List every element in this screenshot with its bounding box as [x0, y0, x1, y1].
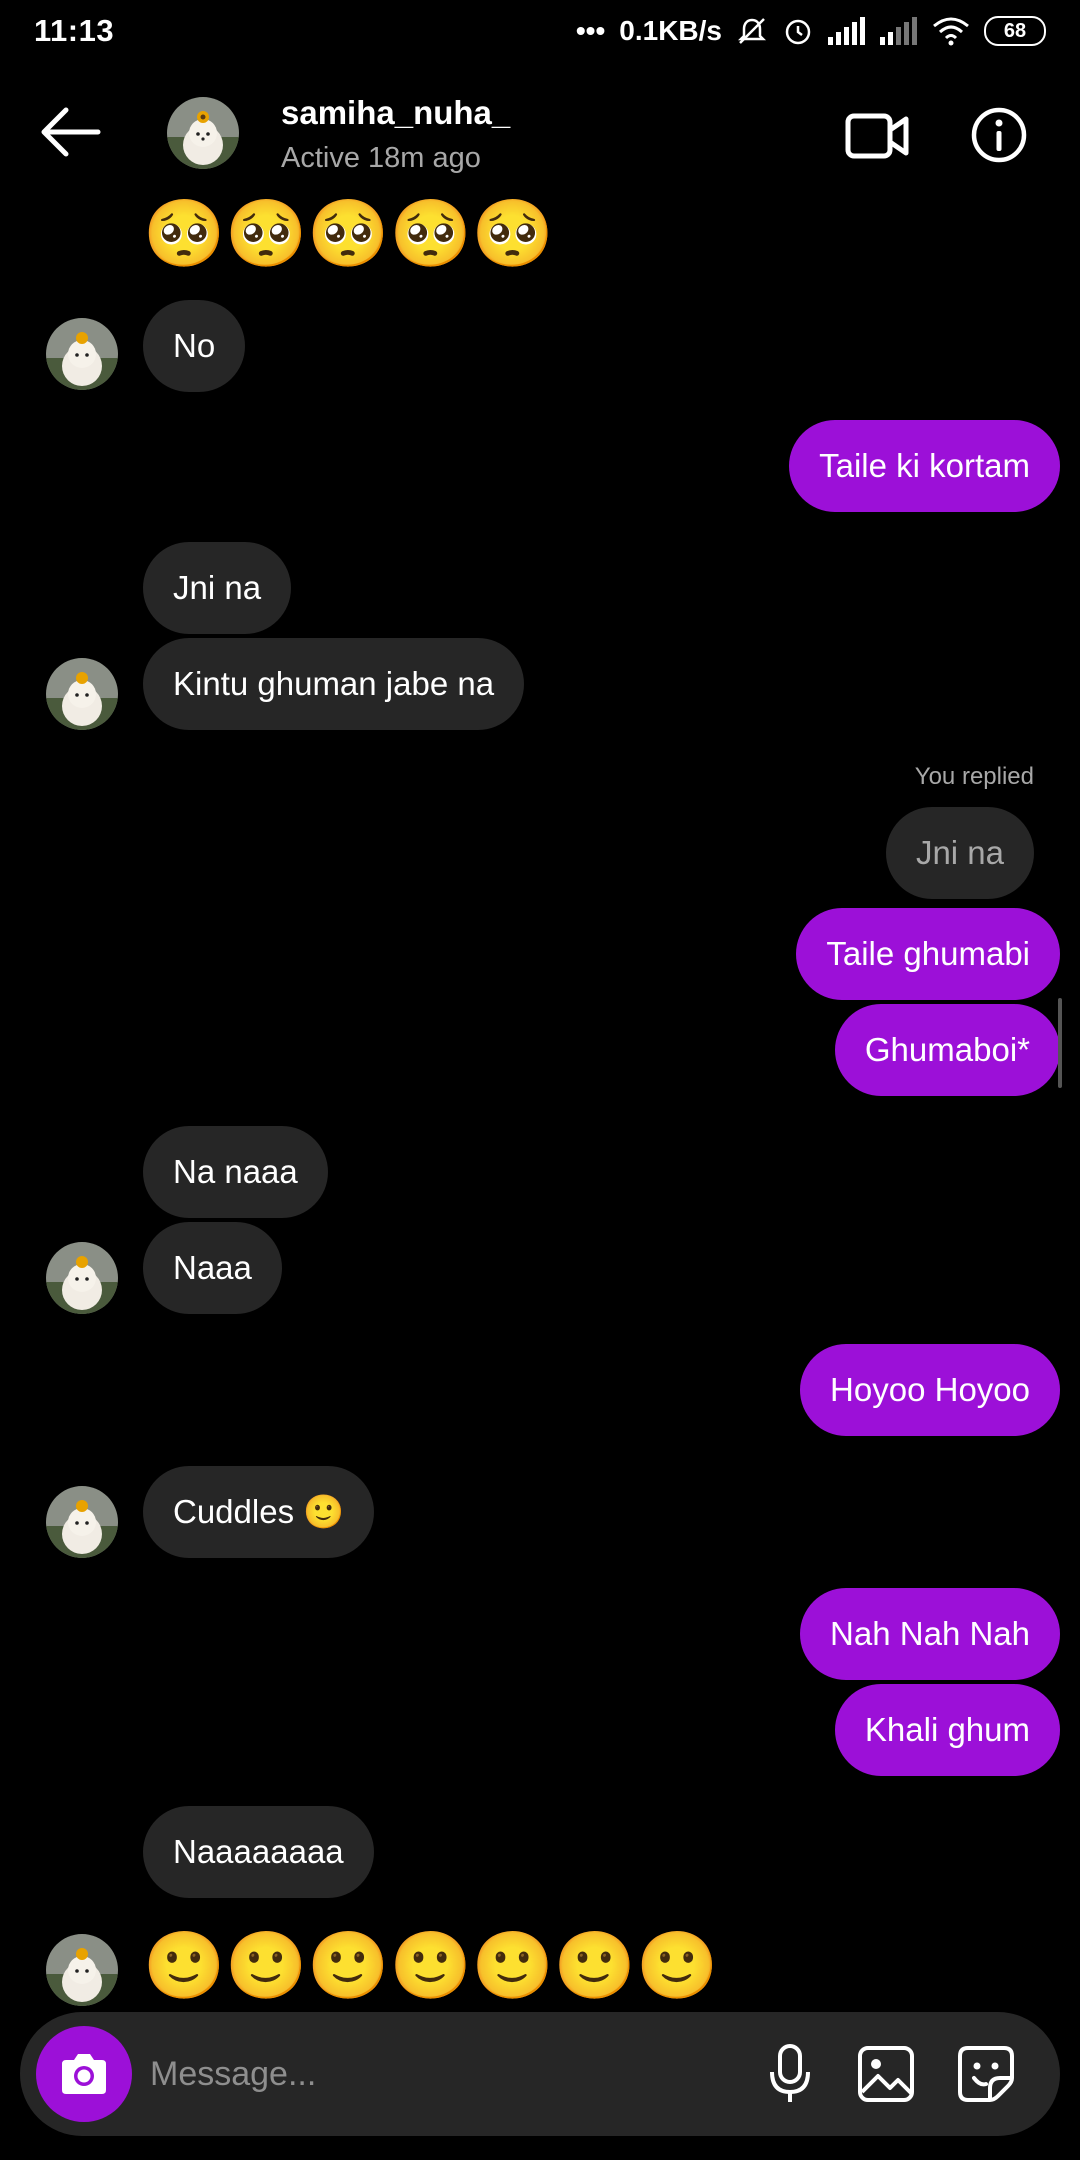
outgoing-message[interactable]: Hoyoo Hoyoo: [800, 1344, 1060, 1436]
active-status: Active 18m ago: [281, 142, 481, 174]
video-call-icon[interactable]: [845, 110, 909, 162]
message-composer: [20, 2012, 1060, 2136]
chat-username[interactable]: samiha_nuha_: [281, 94, 510, 132]
status-bar: 11:13 ••• 0.1KB/s 68: [0, 0, 1080, 62]
reply-label: You replied: [914, 763, 1034, 790]
incoming-message[interactable]: Naaa: [143, 1222, 282, 1314]
incoming-message[interactable]: Naaaaaaaa: [143, 1806, 374, 1898]
back-arrow-icon[interactable]: [38, 107, 104, 157]
avatar-dog-image: [167, 97, 239, 169]
avatar: [46, 1486, 118, 1558]
outgoing-message[interactable]: Taile ghumabi: [796, 908, 1060, 1000]
camera-button[interactable]: [36, 2026, 132, 2122]
incoming-message[interactable]: Cuddles 🙂: [143, 1466, 375, 1558]
notification-dots-icon: •••: [575, 15, 606, 46]
outgoing-message[interactable]: Khali ghum: [834, 1684, 1060, 1776]
camera-icon: [62, 2054, 106, 2094]
signal-icon: [828, 17, 865, 45]
avatar[interactable]: [167, 97, 239, 169]
mute-icon: [737, 18, 767, 44]
message-list[interactable]: 🥺🥺🥺🥺🥺 No Taile ki kortam Jni na Kintu gh…: [0, 190, 1080, 2006]
avatar: [46, 318, 118, 390]
emoji-message: 🥺🥺🥺🥺🥺: [143, 196, 554, 270]
info-icon[interactable]: [970, 106, 1028, 164]
gallery-icon[interactable]: [854, 2042, 918, 2106]
emoji-message: 🙂🙂🙂🙂🙂🙂🙂: [143, 1928, 719, 2002]
status-time: 11:13: [34, 13, 115, 48]
incoming-message[interactable]: Kintu ghuman jabe na: [143, 638, 525, 730]
incoming-message[interactable]: Na naaa: [143, 1126, 328, 1218]
status-icons: ••• 0.1KB/s 68: [576, 15, 1046, 47]
incoming-message[interactable]: No: [143, 300, 246, 392]
wifi-icon: [933, 17, 969, 46]
net-speed: 0.1KB/s: [619, 15, 722, 46]
scrollbar[interactable]: [1058, 998, 1062, 1088]
reply-quote[interactable]: Jni na: [885, 807, 1034, 899]
avatar: [46, 658, 118, 730]
message-input[interactable]: [150, 2038, 750, 2110]
battery-icon: 68: [984, 16, 1046, 46]
signal-icon-2: [880, 17, 917, 45]
sticker-icon[interactable]: [954, 2042, 1018, 2106]
avatar: [46, 1934, 118, 2006]
avatar: [46, 1242, 118, 1314]
alarm-icon: [785, 19, 811, 45]
incoming-message[interactable]: Jni na: [143, 542, 292, 634]
outgoing-message[interactable]: Nah Nah Nah: [800, 1588, 1060, 1680]
outgoing-message[interactable]: Ghumaboi*: [834, 1004, 1060, 1096]
outgoing-message[interactable]: Taile ki kortam: [789, 420, 1060, 512]
microphone-icon[interactable]: [758, 2042, 822, 2106]
